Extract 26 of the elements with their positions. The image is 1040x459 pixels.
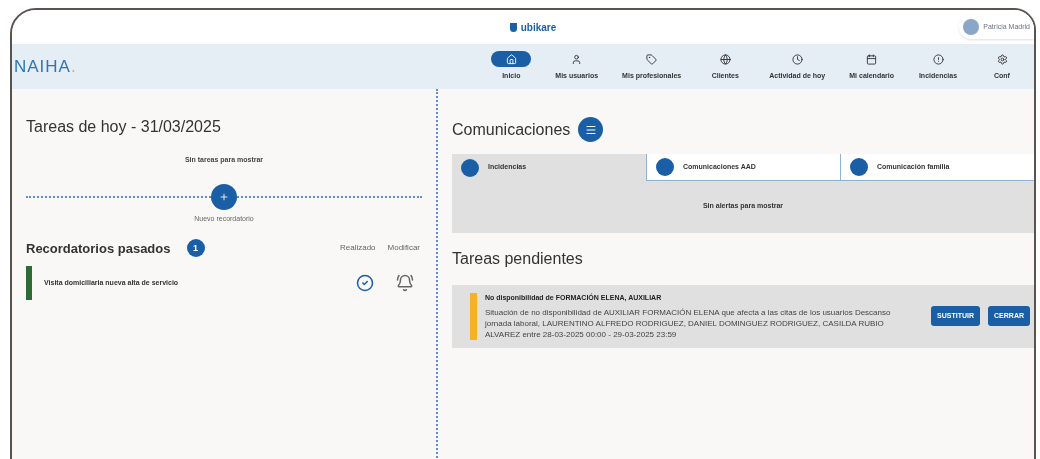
home-icon <box>505 53 517 65</box>
bell-icon[interactable] <box>396 274 414 292</box>
menu-icon <box>584 123 597 136</box>
brand-logo: NAIHA. <box>14 55 78 78</box>
section-title: Recordatorios pasados <box>26 239 171 258</box>
logo-icon <box>509 22 517 32</box>
alert-icon <box>932 53 944 65</box>
logo: ubikare <box>520 20 557 35</box>
section-title: Tareas de hoy - 31/03/2025 <box>26 117 222 137</box>
task-description: Situación de no disponibilidad de AUXILIAR FORMACIÓN ELENA que afecta a las citas de los usuarios Descanso jornada laboral, LAURENTINO ALFREDO RODRIGUEZ, DANIEL DOMINGUEZ RODRIGUEZ, CASILDA RUBIO ALVAREZ entre 28-03-2025 00:00 - 29-03-2025 23:59 <box>484 306 892 340</box>
avatar <box>963 19 980 35</box>
user-icon <box>571 53 583 65</box>
section-title: Tareas pendientes <box>452 249 584 269</box>
count-badge: 1 <box>186 239 205 258</box>
menu-button[interactable] <box>578 117 604 142</box>
calendar-icon <box>866 53 878 65</box>
globe-icon <box>719 53 731 65</box>
column-header: Realizado <box>339 242 376 255</box>
add-reminder-button[interactable] <box>211 183 237 210</box>
section-title: Comunicaciones <box>452 119 571 140</box>
gear-icon <box>996 53 1008 65</box>
column-header: Modificar <box>387 242 420 255</box>
plus-icon <box>219 191 229 202</box>
clock-icon <box>791 53 803 65</box>
tag-icon <box>646 53 658 65</box>
check-icon[interactable] <box>356 274 374 292</box>
